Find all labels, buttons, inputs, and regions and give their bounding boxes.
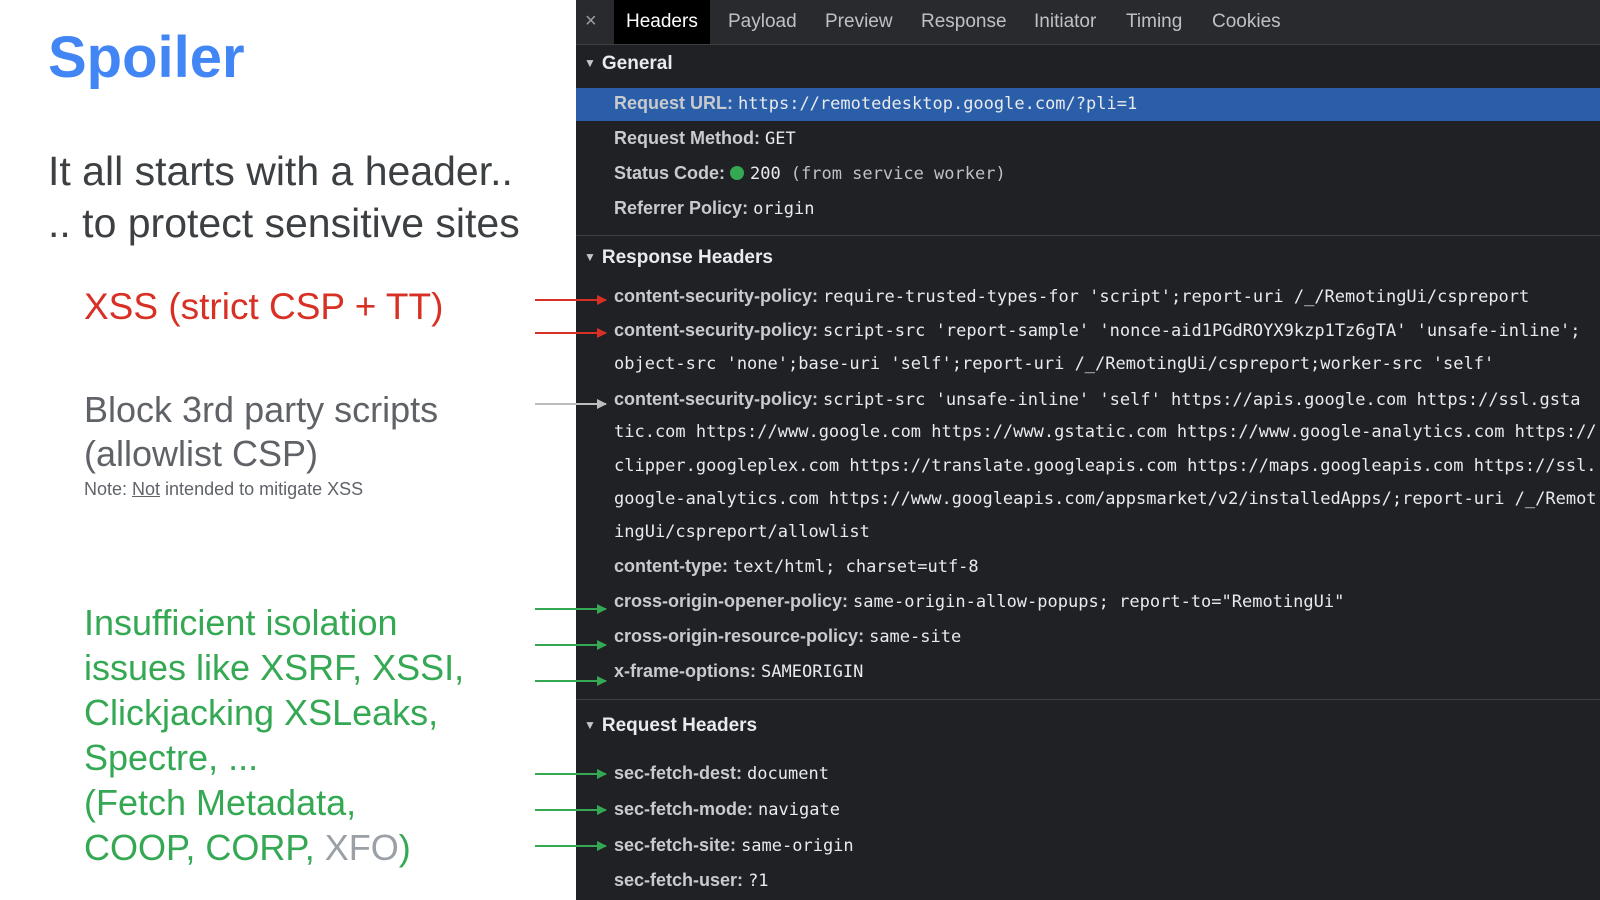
request-method-value: GET xyxy=(765,129,796,149)
triangle-down-icon[interactable]: ▼ xyxy=(584,718,596,732)
slide-panel: Spoiler It all starts with a header.. ..… xyxy=(0,0,576,900)
section-request-headers[interactable]: ▼ Request Headers xyxy=(584,715,757,737)
section-general-title: General xyxy=(601,53,673,74)
section-general[interactable]: ▼ General xyxy=(584,53,673,75)
status-code-label: Status Code: xyxy=(614,163,726,183)
tab-preview[interactable]: Preview xyxy=(825,0,893,44)
triangle-down-icon[interactable]: ▼ xyxy=(584,250,596,264)
divider xyxy=(576,699,1600,700)
csp3-continuation: google-analytics.com https://www.googlea… xyxy=(614,489,1597,509)
csp-header-row-2[interactable]: content-security-policy: script-src 'rep… xyxy=(614,320,1580,341)
close-icon[interactable]: × xyxy=(585,10,597,33)
corp-row[interactable]: cross-origin-resource-policy: same-site xyxy=(614,626,961,647)
section-response-headers[interactable]: ▼ Response Headers xyxy=(584,247,773,269)
section-request-headers-title: Request Headers xyxy=(601,715,758,736)
csp3-continuation: clipper.googleplex.com https://translate… xyxy=(614,456,1597,476)
coop-value: same-origin-allow-popups; report-to="Rem… xyxy=(853,592,1345,612)
status-dot-icon xyxy=(730,166,745,180)
section-response-headers-title: Response Headers xyxy=(601,247,773,268)
isolation-close: ) xyxy=(398,827,411,868)
sec-fetch-dest-label: sec-fetch-dest: xyxy=(614,763,743,783)
csp2-label: content-security-policy: xyxy=(614,320,819,340)
note-prefix: Note: xyxy=(84,479,133,499)
isolation-line: Clickjacking XSLeaks, xyxy=(84,692,439,733)
corp-value: same-site xyxy=(869,627,962,647)
devtools-panel: × Headers Payload Preview Response Initi… xyxy=(576,0,1600,900)
request-url-value: https://remotedesktop.google.com/?pli=1 xyxy=(738,94,1138,114)
xfo-label: x-frame-options: xyxy=(614,661,757,681)
request-url-label: Request URL: xyxy=(614,93,734,113)
csp3-value: script-src 'unsafe-inline' 'self' https:… xyxy=(823,390,1581,410)
isolation-line: issues like XSRF, XSSI, xyxy=(84,647,465,688)
csp1-value: require-trusted-types-for 'script';repor… xyxy=(823,287,1530,307)
isolation-xfo: XFO xyxy=(324,827,399,868)
sec-fetch-mode-value: navigate xyxy=(758,800,840,820)
content-type-label: content-type: xyxy=(614,556,728,576)
status-code-row[interactable]: Status Code: 200 (from service worker) xyxy=(614,163,1006,184)
isolation-line: Insufficient isolation xyxy=(84,602,398,643)
sec-fetch-user-value: ?1 xyxy=(748,871,769,891)
csp-header-row-3[interactable]: content-security-policy: script-src 'uns… xyxy=(614,389,1580,410)
referrer-policy-label: Referrer Policy: xyxy=(614,198,749,218)
csp2-continuation: object-src 'none';base-uri 'self';report… xyxy=(614,354,1495,374)
slide-subtitle-line1: It all starts with a header.. xyxy=(48,148,513,194)
tab-cookies[interactable]: Cookies xyxy=(1212,0,1281,44)
sec-fetch-site-value: same-origin xyxy=(741,836,854,856)
isolation-line: Spectre, ... xyxy=(84,737,259,778)
coop-row[interactable]: cross-origin-opener-policy: same-origin-… xyxy=(614,591,1344,612)
sec-fetch-dest-row[interactable]: sec-fetch-dest: document xyxy=(614,763,829,784)
content-type-value: text/html; charset=utf-8 xyxy=(733,557,979,577)
devtools-tabbar: × Headers Payload Preview Response Initi… xyxy=(576,0,1600,45)
tab-payload[interactable]: Payload xyxy=(728,0,797,44)
status-code-value: 200 xyxy=(750,164,781,184)
note-suffix: intended to mitigate XSS xyxy=(160,479,364,499)
csp3-continuation: ingUi/cspreport/allowlist xyxy=(614,522,870,542)
csp-header-row-1[interactable]: content-security-policy: require-trusted… xyxy=(614,286,1529,307)
block-scripts-line1: Block 3rd party scripts xyxy=(84,389,439,430)
sec-fetch-mode-label: sec-fetch-mode: xyxy=(614,799,754,819)
sec-fetch-site-label: sec-fetch-site: xyxy=(614,835,737,855)
triangle-down-icon[interactable]: ▼ xyxy=(584,56,596,70)
slide-title: Spoiler xyxy=(48,25,245,90)
status-code-note: (from service worker) xyxy=(790,164,1006,184)
block-scripts-line2: (allowlist CSP) xyxy=(84,433,319,474)
tab-timing[interactable]: Timing xyxy=(1126,0,1182,44)
slide-subtitle-line2: .. to protect sensitive sites xyxy=(48,200,520,246)
divider xyxy=(576,235,1600,236)
csp3-continuation: tic.com https://www.google.com https://w… xyxy=(614,422,1597,442)
csp3-label: content-security-policy: xyxy=(614,389,819,409)
referrer-policy-row[interactable]: Referrer Policy: origin xyxy=(614,198,815,219)
coop-label: cross-origin-opener-policy: xyxy=(614,591,849,611)
sec-fetch-site-row[interactable]: sec-fetch-site: same-origin xyxy=(614,835,854,856)
xss-point: XSS (strict CSP + TT) xyxy=(84,286,444,327)
isolation-point: Insufficient isolation issues like XSRF,… xyxy=(84,600,464,870)
corp-label: cross-origin-resource-policy: xyxy=(614,626,865,646)
sec-fetch-user-label: sec-fetch-user: xyxy=(614,870,744,890)
request-method-label: Request Method: xyxy=(614,128,760,148)
referrer-policy-value: origin xyxy=(753,199,815,219)
request-method-row[interactable]: Request Method: GET xyxy=(614,128,796,149)
sec-fetch-user-row[interactable]: sec-fetch-user: ?1 xyxy=(614,870,769,891)
xfo-value: SAMEORIGIN xyxy=(761,662,864,682)
content-type-row[interactable]: content-type: text/html; charset=utf-8 xyxy=(614,556,979,577)
note-underlined: Not xyxy=(132,479,161,499)
isolation-line: (Fetch Metadata, xyxy=(84,782,357,823)
tab-headers[interactable]: Headers xyxy=(614,0,710,44)
tab-response[interactable]: Response xyxy=(921,0,1007,44)
isolation-line-last: COOP, CORP, XFO) xyxy=(84,825,464,870)
block-scripts-note: Note: Not intended to mitigate XSS xyxy=(84,479,363,500)
csp2-value: script-src 'report-sample' 'nonce-aid1PG… xyxy=(823,321,1581,341)
isolation-last-text: COOP, CORP, xyxy=(84,827,325,868)
sec-fetch-mode-row[interactable]: sec-fetch-mode: navigate xyxy=(614,799,840,820)
tab-initiator[interactable]: Initiator xyxy=(1034,0,1096,44)
sec-fetch-dest-value: document xyxy=(747,764,829,784)
request-url-row[interactable]: Request URL: https://remotedesktop.googl… xyxy=(614,93,1137,114)
xfo-row[interactable]: x-frame-options: SAMEORIGIN xyxy=(614,661,863,682)
csp1-label: content-security-policy: xyxy=(614,286,819,306)
